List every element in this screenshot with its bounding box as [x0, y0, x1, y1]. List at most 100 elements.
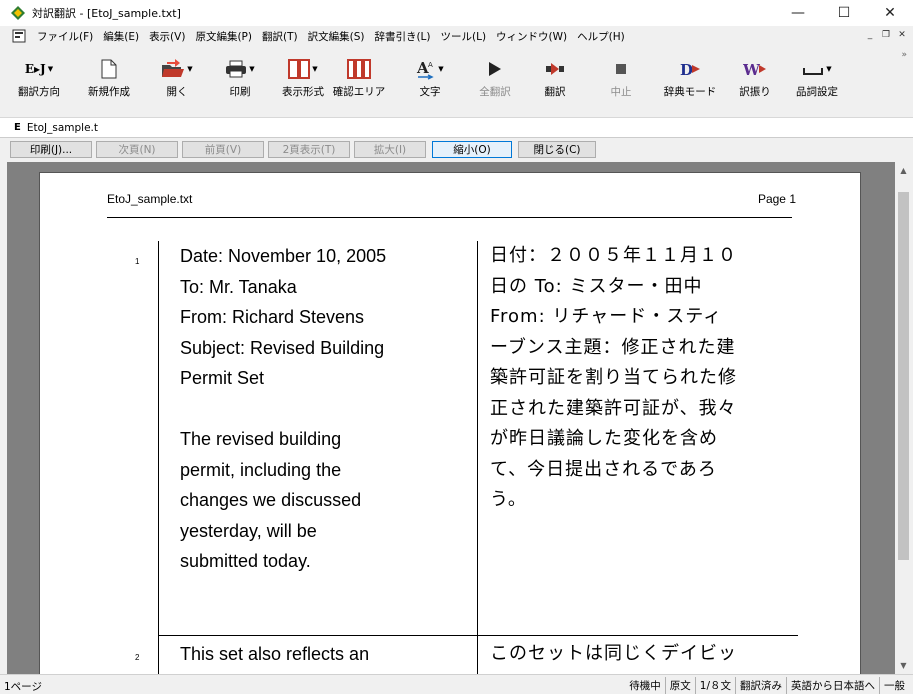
page-header-number: Page 1	[757, 192, 796, 206]
menu-source-edit[interactable]: 原文編集(P)	[190, 29, 257, 44]
chevron-down-icon: ▼	[438, 65, 444, 73]
translation-text-cell[interactable]: 日付：２００５年１１月１０ 日の To: ミスター・田中 From: リチャード…	[490, 241, 790, 516]
menu-bar: ファイル(F) 編集(E) 表示(V) 原文編集(P) 翻訳(T) 訳文編集(S…	[0, 26, 913, 46]
translate-all-button[interactable]: 全翻訳	[478, 56, 512, 110]
dictionary-mode-label: 辞典モード	[663, 86, 717, 98]
dictionary-mode-button[interactable]: D 辞典モード	[662, 56, 718, 110]
vertical-scrollbar[interactable]: ▲ ▼	[895, 162, 912, 674]
chevron-down-icon: ▼	[826, 65, 832, 73]
columns-icon	[288, 59, 311, 79]
chevron-down-icon: ▼	[47, 65, 54, 73]
status-state: 待機中	[629, 680, 661, 692]
english-document-icon: E	[14, 122, 21, 133]
page-header-filename: EtoJ_sample.txt	[107, 192, 193, 206]
scroll-up-icon[interactable]: ▲	[895, 162, 912, 179]
menu-window[interactable]: ウィンドウ(W)	[491, 29, 572, 44]
chevron-down-icon: ▼	[249, 65, 255, 73]
display-format-label: 表示形式	[282, 86, 324, 98]
open-button[interactable]: ▼ 開く	[160, 56, 194, 110]
row-number: 2	[135, 653, 140, 662]
pos-settings-button[interactable]: ▼ 品詞設定	[792, 56, 842, 110]
status-field: 一般	[879, 677, 909, 694]
document-tab-strip: E EtoJ_sample.t	[0, 118, 913, 138]
header-rule	[107, 217, 792, 218]
next-page-button[interactable]: 次頁(N)	[96, 141, 178, 158]
direction-label: 翻訳方向	[18, 86, 60, 98]
two-page-button[interactable]: 2頁表示(T)	[268, 141, 350, 158]
chevron-down-icon: ▼	[187, 65, 193, 73]
close-button[interactable]: ✕	[867, 0, 913, 26]
menu-target-edit[interactable]: 訳文編集(S)	[303, 29, 370, 44]
dictionary-icon: D	[680, 61, 700, 78]
pos-icon	[803, 68, 824, 75]
maximize-button[interactable]: ☐	[821, 0, 867, 26]
status-position: 1/８文	[694, 677, 735, 694]
word-assign-icon: W	[743, 61, 766, 78]
menu-file[interactable]: ファイル(F)	[32, 29, 98, 44]
display-format-button[interactable]: ▼ 表示形式	[278, 56, 328, 110]
title-bar: 対訳翻訳 - [EtoJ_sample.txt] — ☐ ✕	[0, 0, 913, 26]
stop-label: 中止	[610, 86, 632, 98]
status-bar: 1ページ 待機中 原文 1/８文 翻訳済み 英語から日本語へ 一般	[0, 674, 913, 694]
zoom-out-button[interactable]: 縮小(O)	[432, 141, 512, 158]
print-button[interactable]: ▼ 印刷	[222, 56, 258, 110]
translate-all-label: 全翻訳	[479, 86, 511, 98]
font-icon: AA	[416, 59, 434, 80]
new-button[interactable]: 新規作成	[86, 56, 132, 110]
new-label: 新規作成	[88, 86, 130, 98]
scrollbar-thumb[interactable]	[898, 192, 909, 560]
menu-dictionary[interactable]: 辞書引き(L)	[369, 29, 435, 44]
status-translated: 翻訳済み	[735, 677, 786, 694]
tab-etoj-sample[interactable]: EtoJ_sample.t	[27, 122, 98, 134]
document-icon	[12, 29, 26, 43]
scroll-down-icon[interactable]: ▼	[895, 657, 912, 674]
row-number: 1	[135, 257, 140, 266]
menu-translate[interactable]: 翻訳(T)	[257, 29, 303, 44]
translate-icon	[546, 63, 564, 75]
furigana-label: 訳振り	[739, 86, 771, 98]
printer-icon	[226, 60, 247, 78]
chevron-down-icon: ▼	[312, 65, 318, 73]
toolbar: E▸J ▼ 翻訳方向 新規作成 ▼ 開く ▼ 印刷 ▼ 表示形式 確認エリア AA…	[0, 46, 913, 118]
prev-page-button[interactable]: 前頁(V)	[182, 141, 264, 158]
confirm-area-label: 確認エリア	[332, 86, 386, 98]
print-preview-area: EtoJ_sample.txt Page 1 1 Date: November …	[7, 162, 895, 674]
stop-icon	[616, 64, 626, 74]
menu-help[interactable]: ヘルプ(H)	[572, 29, 630, 44]
play-icon	[489, 62, 501, 76]
mdi-minimize-button[interactable]: _	[863, 28, 877, 42]
status-mode: 原文	[664, 677, 695, 694]
close-preview-button[interactable]: 閉じる(C)	[518, 141, 596, 158]
translate-button[interactable]: 翻訳	[540, 56, 570, 110]
direction-button[interactable]: E▸J ▼ 翻訳方向	[18, 56, 60, 110]
confirm-area-button[interactable]: 確認エリア	[332, 56, 386, 110]
source-text-cell[interactable]: This set also reflects an	[180, 639, 475, 670]
svg-text:A: A	[428, 61, 433, 69]
translate-label: 翻訳	[544, 86, 566, 98]
menu-tools[interactable]: ツール(L)	[436, 29, 492, 44]
stop-button[interactable]: 中止	[608, 56, 634, 110]
new-document-icon	[101, 59, 117, 79]
minimize-button[interactable]: —	[775, 0, 821, 26]
menu-view[interactable]: 表示(V)	[144, 29, 190, 44]
furigana-button[interactable]: W 訳振り	[738, 56, 772, 110]
svg-text:D: D	[680, 61, 693, 78]
print-label: 印刷	[229, 86, 251, 98]
pos-settings-label: 品詞設定	[796, 86, 838, 98]
mdi-restore-button[interactable]: ❐	[879, 28, 893, 42]
preview-print-button[interactable]: 印刷(J)...	[10, 141, 92, 158]
window-title: 対訳翻訳 - [EtoJ_sample.txt]	[32, 7, 181, 20]
translation-text-cell[interactable]: このセットは同じくデイビッ	[490, 639, 790, 670]
confirm-area-icon	[347, 59, 371, 79]
status-direction: 英語から日本語へ	[786, 677, 879, 694]
app-icon	[11, 6, 25, 20]
mdi-close-button[interactable]: ✕	[895, 28, 909, 42]
menu-edit[interactable]: 編集(E)	[98, 29, 144, 44]
left-column-rule	[158, 241, 159, 674]
font-button[interactable]: A A ▼ 文字	[410, 56, 450, 110]
zoom-in-button[interactable]: 拡大(I)	[354, 141, 426, 158]
toolbar-overflow-button[interactable]: »	[901, 50, 907, 60]
status-pages: 1ページ	[4, 681, 42, 693]
open-folder-icon	[162, 59, 185, 77]
source-text-cell[interactable]: Date: November 10, 2005 To: Mr. Tanaka F…	[180, 241, 475, 577]
